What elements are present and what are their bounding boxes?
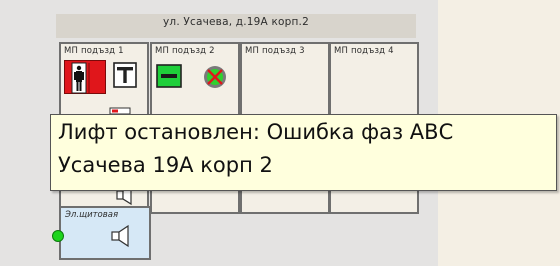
entrance-title: МП подъзд 2: [155, 46, 215, 56]
electrical-room-title: Эл.щитовая: [65, 210, 119, 220]
entrance-title: МП подъзд 4: [334, 46, 394, 56]
indicator-icon: [109, 100, 131, 115]
tooltip-address: Усачева 19А корп 2: [58, 153, 273, 177]
status-indicator-dot: [52, 230, 64, 242]
control-panel-icon[interactable]: [156, 64, 182, 88]
sensor-alarm-icon[interactable]: [202, 64, 228, 90]
elevator-alarm-icon[interactable]: [64, 60, 106, 94]
speaker-icon[interactable]: [109, 224, 135, 248]
building-address: ул. Усачева, д.19А корп.2: [163, 16, 309, 28]
entrance-title: МП подъзд 1: [64, 46, 124, 56]
entrance-title: МП подъзд 3: [245, 46, 305, 56]
electrical-room[interactable]: Эл.щитовая: [59, 206, 151, 260]
alarm-tooltip: Лифт остановлен: Ошибка фаз АВС Усачева …: [50, 114, 557, 191]
tooltip-message: Лифт остановлен: Ошибка фаз АВС: [58, 120, 454, 144]
terminal-icon[interactable]: [113, 62, 137, 88]
